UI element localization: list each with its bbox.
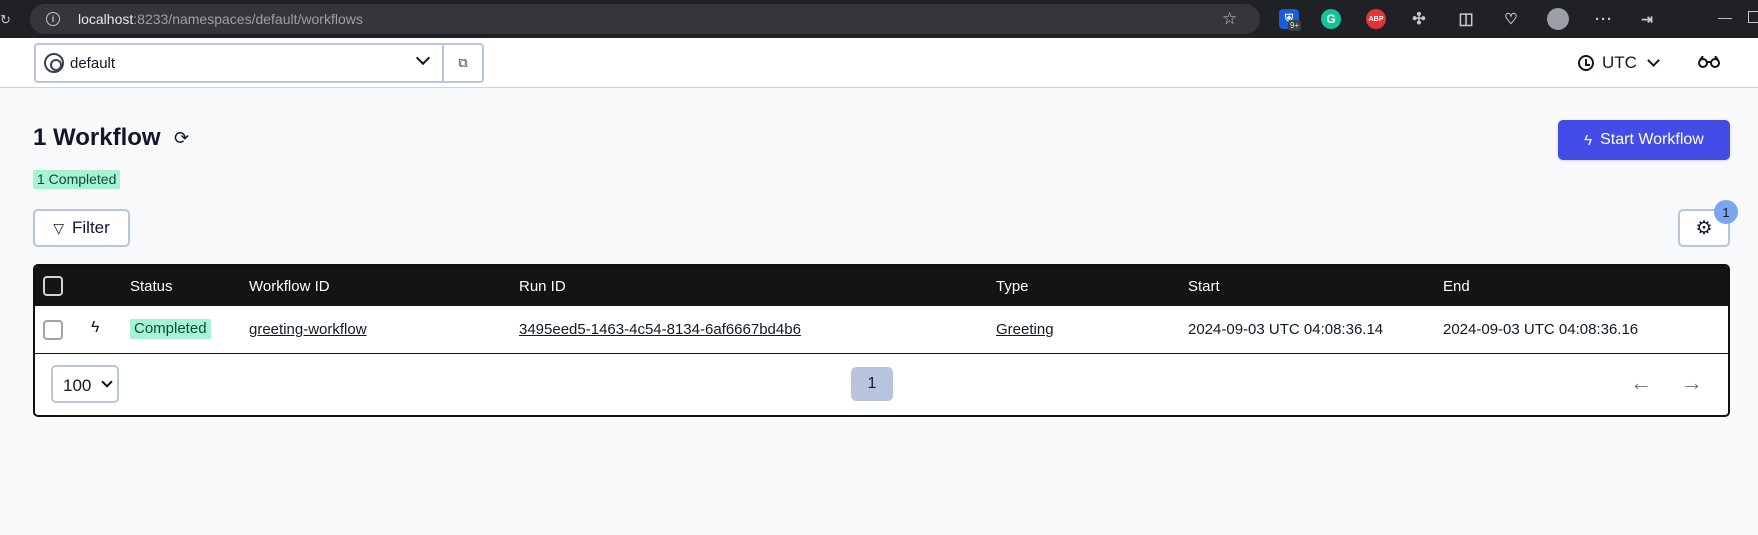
address-bar[interactable]: i localhost:8233/namespaces/default/work… [30, 4, 1260, 34]
end-time: 2024-09-03 UTC 04:08:36.16 [1443, 321, 1639, 338]
bolt-icon[interactable]: ϟ [91, 319, 99, 337]
namespace-label: default [70, 55, 116, 72]
status-badge: Completed [130, 319, 211, 339]
filter-label: Filter [72, 218, 110, 237]
chevron-down-icon [101, 376, 113, 388]
column-header-run-id[interactable]: Run ID [519, 278, 566, 295]
start-workflow-button[interactable]: ϟ Start Workflow [1558, 120, 1730, 160]
settings-count-badge: 1 [1714, 200, 1738, 224]
column-header-workflow-id[interactable]: Workflow ID [249, 278, 330, 295]
type-link[interactable]: Greeting [996, 321, 1054, 338]
page-size-select[interactable]: 100 [51, 365, 119, 403]
page-size-value: 100 [63, 376, 92, 395]
grammarly-extension-icon[interactable]: G [1321, 9, 1341, 29]
namespace-icon [44, 53, 64, 73]
extension-badge: 9+ [1288, 20, 1302, 31]
url-path: :8233/namespaces/default/workflows [133, 11, 363, 27]
data-encoder-glasses-icon[interactable] [1698, 56, 1720, 68]
browser-essentials-icon[interactable]: ♡ [1501, 9, 1521, 29]
workflows-table: Status Workflow ID Run ID Type Start End… [33, 264, 1730, 417]
open-namespace-button[interactable]: ⧉ [444, 43, 484, 83]
reload-icon[interactable]: ↻ [0, 12, 11, 27]
workflow-id-link[interactable]: greeting-workflow [249, 321, 367, 338]
clock-icon [1578, 55, 1594, 71]
more-menu-icon[interactable]: ··· [1594, 9, 1614, 29]
page-title: 1 Workflow [33, 124, 161, 151]
column-header-status[interactable]: Status [130, 278, 173, 295]
url-host: localhost [78, 11, 134, 27]
filter-icon: ▽ [53, 219, 64, 236]
select-all-checkbox[interactable] [43, 276, 63, 296]
start-time: 2024-09-03 UTC 04:08:36.14 [1188, 321, 1384, 338]
current-page-button[interactable]: 1 [851, 367, 893, 401]
gear-icon: ⚙ [1695, 217, 1713, 239]
table-header: Status Workflow ID Run ID Type Start End [35, 266, 1728, 306]
extensions-puzzle-icon[interactable]: ✣ [1409, 9, 1429, 29]
run-id-link[interactable]: 3495eed5-1463-4c54-8134-6af6667bd4b6 [519, 321, 801, 338]
sidebar-toggle-icon[interactable]: ⇥ [1637, 9, 1657, 29]
profile-avatar-icon[interactable] [1547, 8, 1569, 30]
url-text[interactable]: localhost:8233/namespaces/default/workfl… [78, 11, 363, 27]
next-page-arrow-icon[interactable]: → [1681, 372, 1703, 394]
refresh-icon[interactable]: ⟳ [174, 129, 190, 147]
table-row[interactable]: ϟ Completed greeting-workflow 3495eed5-1… [35, 306, 1728, 354]
timezone-label: UTC [1602, 53, 1637, 72]
column-header-start[interactable]: Start [1188, 278, 1220, 295]
timezone-selector[interactable]: UTC [1578, 50, 1660, 76]
column-header-type[interactable]: Type [996, 278, 1029, 295]
site-info-icon[interactable]: i [46, 12, 60, 26]
status-count-badge[interactable]: 1 Completed [33, 170, 121, 189]
bolt-icon: ϟ [1584, 131, 1593, 149]
bookmark-star-icon[interactable]: ☆ [1222, 10, 1240, 28]
start-workflow-label: Start Workflow [1600, 131, 1704, 148]
app-header: default ⧉ UTC [0, 38, 1758, 88]
window-minimize-icon[interactable]: — [1718, 9, 1732, 25]
external-link-icon: ⧉ [458, 55, 468, 70]
chevron-down-icon [415, 50, 431, 66]
split-screen-icon[interactable]: ◫ [1456, 9, 1476, 29]
row-checkbox[interactable] [43, 320, 63, 340]
filter-button[interactable]: ▽ Filter [33, 209, 130, 247]
browser-toolbar: ↻ i localhost:8233/namespaces/default/wo… [0, 0, 1758, 38]
namespace-select[interactable]: default [34, 43, 444, 83]
previous-page-arrow-icon[interactable]: ← [1630, 372, 1652, 394]
window-maximize-icon[interactable] [1748, 11, 1758, 23]
chevron-down-icon [1647, 54, 1660, 67]
column-header-end[interactable]: End [1443, 278, 1470, 295]
adblock-extension-icon[interactable]: ABP [1366, 9, 1386, 29]
